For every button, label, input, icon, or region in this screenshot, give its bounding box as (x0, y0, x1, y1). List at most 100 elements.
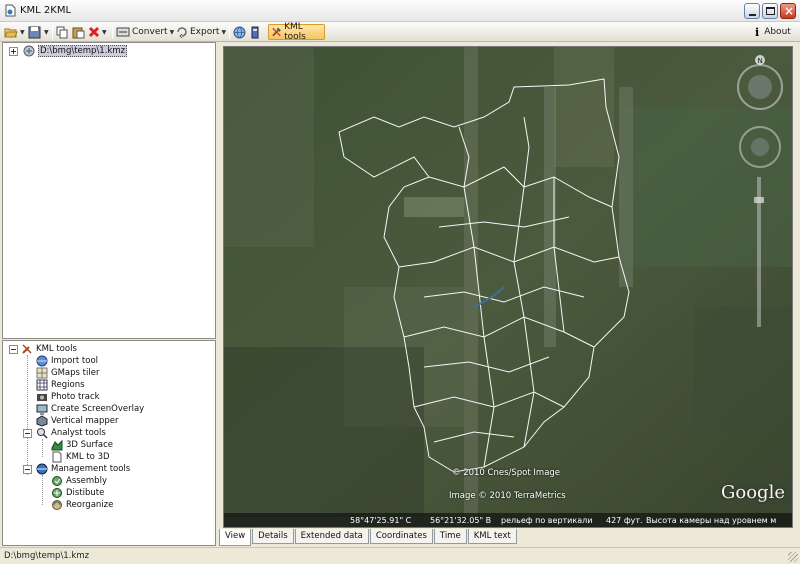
export-button[interactable]: Export ▼ (176, 24, 226, 40)
tree-item-label: Assembly (66, 476, 107, 486)
assembly-icon (52, 476, 62, 486)
tree-item-vertical-mapper[interactable]: Vertical mapper (36, 415, 119, 427)
tab-extended-data[interactable]: Extended data (294, 529, 369, 544)
about-button[interactable]: i About (755, 24, 791, 40)
tab-coordinates[interactable]: Coordinates (369, 529, 433, 544)
latitude-readout: 58°47'25.91" C (350, 516, 412, 525)
tree-item-label: KML to 3D (66, 452, 110, 462)
delete-button[interactable]: ▼ (88, 24, 107, 40)
maximize-button[interactable] (762, 3, 778, 19)
paste-icon (72, 27, 85, 38)
map-view[interactable]: N © 2010 Cnes/Spot Image Image © 2010 Te… (223, 46, 793, 528)
analyst-tools-collapse[interactable] (23, 429, 32, 438)
tree-line (42, 475, 43, 505)
export-label: Export (190, 27, 220, 37)
tab-view[interactable]: View (219, 529, 252, 546)
globe-button[interactable] (233, 24, 246, 40)
tree-item-import-tool[interactable]: Import tool (36, 355, 98, 367)
toolbar-separator (112, 25, 113, 39)
window-title: KML 2KML (20, 5, 72, 16)
management-icon (36, 463, 48, 475)
tree-item-label: Regions (51, 380, 85, 390)
tools-icon (22, 344, 32, 354)
distribute-icon (52, 488, 62, 498)
close-icon: × (784, 4, 795, 18)
tree-item-label: Vertical mapper (51, 416, 119, 426)
tree-item-label: Distibute (66, 488, 105, 498)
toolbar-separator (52, 25, 53, 39)
reorganize-icon (52, 500, 62, 510)
kml-tools-label: KML tools (284, 22, 306, 42)
satellite-imagery (224, 47, 792, 527)
tree-item-gmaps-tiler[interactable]: GMaps tiler (36, 367, 99, 379)
kml-tools-root[interactable]: KML tools (21, 343, 77, 355)
analyst-icon (37, 428, 48, 439)
tree-item-regions[interactable]: Regions (36, 379, 85, 391)
minimize-icon (749, 14, 756, 16)
view-tabs: View Details Extended data Coordinates T… (219, 529, 518, 546)
open-dropdown-icon[interactable]: ▼ (20, 29, 25, 36)
kml-tools-panel: KML tools Import tool GMaps tiler Region… (2, 340, 216, 546)
cube-icon (36, 415, 48, 427)
save-dropdown-icon[interactable]: ▼ (44, 29, 49, 36)
kml-tools-collapse[interactable] (9, 345, 18, 354)
tree-item-label: Photo track (51, 392, 100, 402)
svg-text:N: N (758, 57, 763, 65)
terrametrics-credit: Image © 2010 TerraMetrics (449, 491, 566, 501)
tree-item-create-screenoverlay[interactable]: Create ScreenOverlay (36, 403, 144, 415)
open-folder-icon (4, 28, 18, 38)
tree-item-assembly[interactable]: Assembly (51, 475, 107, 487)
resize-grip[interactable] (788, 552, 798, 562)
info-icon: i (755, 25, 760, 39)
tree-item-analyst-tools[interactable]: Analyst tools (36, 427, 106, 439)
grid-icon (36, 379, 48, 391)
map-status-bar: 58°47'25.91" C 56°21'32.05" В рельеф по … (224, 513, 792, 527)
zoom-slider[interactable] (754, 177, 764, 327)
tree-item-label: Analyst tools (51, 428, 106, 438)
status-bar: D:\bmg\temp\1.kmz (0, 547, 800, 564)
close-button[interactable]: × (780, 3, 796, 19)
file-tree-panel: D:\bmg\temp\1.kmz (2, 42, 216, 339)
convert-label: Convert (132, 27, 168, 37)
tree-item-3d-surface[interactable]: 3D Surface (51, 439, 113, 451)
open-button[interactable]: ▼ (4, 24, 25, 40)
convert-button[interactable]: Convert ▼ (116, 24, 174, 40)
tab-kml-text[interactable]: KML text (467, 529, 517, 544)
save-button[interactable]: ▼ (28, 24, 49, 40)
management-tools-collapse[interactable] (23, 465, 32, 474)
minimize-button[interactable] (744, 3, 760, 19)
convert-dropdown-icon[interactable]: ▼ (170, 29, 175, 36)
export-dropdown-icon[interactable]: ▼ (221, 29, 226, 36)
navigation-controls[interactable]: N (734, 53, 790, 173)
delete-dropdown-icon[interactable]: ▼ (102, 29, 107, 36)
tree-item-kml-to-3d[interactable]: KML to 3D (51, 451, 110, 463)
export-icon (177, 27, 187, 38)
relief-label: рельеф по вертикали (501, 516, 593, 525)
camera-altitude-readout: Высота камеры над уровнем м (646, 516, 777, 525)
globe-icon (36, 355, 48, 367)
copy-button[interactable] (56, 24, 69, 40)
file-tree-expander[interactable] (9, 47, 18, 56)
map-icon (36, 367, 48, 379)
file-tree-root-label: D:\bmg\temp\1.kmz (38, 45, 128, 57)
kml-tools-icon (272, 27, 281, 37)
tree-item-distibute[interactable]: Distibute (51, 487, 104, 499)
status-path: D:\bmg\temp\1.kmz (4, 551, 90, 561)
kml-tools-button[interactable]: KML tools (268, 22, 325, 42)
tree-item-label: GMaps tiler (51, 368, 100, 378)
tree-item-reorganize[interactable]: Reorganize (51, 499, 113, 511)
tree-item-label: Import tool (51, 356, 99, 366)
tab-time[interactable]: Time (433, 529, 467, 544)
vertical-splitter[interactable] (216, 42, 220, 546)
file-tree-root[interactable]: D:\bmg\temp\1.kmz (23, 45, 128, 57)
panel-button[interactable] (251, 24, 259, 40)
tree-item-management-tools[interactable]: Management tools (36, 463, 130, 475)
panel-icon (251, 26, 259, 38)
tree-item-photo-track[interactable]: Photo track (36, 391, 100, 403)
elevation-readout: 427 фут. (606, 516, 643, 525)
convert-icon (116, 27, 130, 37)
tab-details[interactable]: Details (252, 529, 294, 544)
paste-button[interactable] (72, 24, 85, 40)
toolbar-separator (229, 25, 230, 39)
tree-item-label: Create ScreenOverlay (51, 404, 145, 414)
